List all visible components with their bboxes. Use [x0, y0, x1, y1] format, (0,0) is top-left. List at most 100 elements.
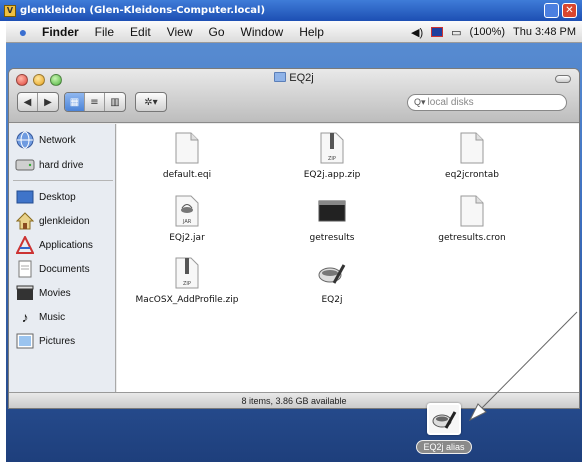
file-name: EQ2j.app.zip — [303, 170, 361, 180]
file-name: EQj2.jar — [169, 233, 205, 243]
file-name: EQ2j — [321, 295, 343, 305]
file-name: MacOSX_AddProfile.zip — [135, 295, 239, 305]
menu-extras: ◀) ▭ (100%) Thu 3:48 PM — [411, 21, 576, 43]
file-name: getresults — [309, 233, 355, 243]
network-icon — [15, 130, 35, 150]
remote-window-titlebar[interactable]: V glenkleidon (Glen-Kleidons-Computer.lo… — [0, 0, 582, 21]
vnc-app-icon: V — [4, 4, 16, 17]
file-item[interactable]: ZIP MacOSX_AddProfile.zip — [127, 257, 247, 305]
sidebar-item-network[interactable]: Network — [15, 129, 76, 151]
remote-desktop-window: V glenkleidon (Glen-Kleidons-Computer.lo… — [0, 0, 582, 462]
svg-text:ZIP: ZIP — [328, 156, 336, 162]
zip-icon: ZIP — [320, 132, 344, 164]
app-icon — [318, 264, 346, 284]
document-icon — [460, 195, 484, 227]
sidebar-item-desktop[interactable]: Desktop — [15, 186, 76, 208]
sidebar-divider — [13, 180, 113, 181]
desktop-icon — [15, 187, 35, 207]
music-icon: ♪ — [21, 309, 29, 325]
sidebar-label: glenkleidon — [39, 215, 90, 227]
sidebar-item-music[interactable]: ♪ Music — [15, 306, 66, 328]
svg-text:JAR: JAR — [182, 219, 192, 225]
sidebar-item-documents[interactable]: Documents — [15, 258, 90, 280]
sidebar-label: Pictures — [39, 335, 76, 347]
hard-drive-icon — [15, 155, 35, 175]
menu-file[interactable]: File — [87, 25, 122, 39]
file-item[interactable]: getresults.cron — [412, 195, 532, 243]
clock[interactable]: Thu 3:48 PM — [513, 26, 576, 38]
minimize-button[interactable] — [544, 3, 559, 18]
file-name: default.eqi — [162, 170, 212, 180]
close-button[interactable]: ✕ — [562, 3, 577, 18]
battery-text: (100%) — [469, 26, 506, 38]
finder-titlebar[interactable]: EQ2j ◀ ▶ ▦ ≡ ▥ ✲▾ Q▾ local disks — [9, 69, 579, 123]
search-field[interactable]: Q▾ local disks — [407, 94, 567, 111]
finder-window: EQ2j ◀ ▶ ▦ ≡ ▥ ✲▾ Q▾ local disks Network… — [8, 68, 580, 409]
alias-icon — [427, 403, 461, 435]
view-buttons: ▦ ≡ ▥ — [64, 92, 126, 112]
file-item[interactable]: JAR EQj2.jar — [127, 195, 247, 243]
sidebar-label: Network — [39, 134, 76, 146]
sidebar-item-applications[interactable]: Applications — [15, 234, 93, 256]
toolbar-toggle-button[interactable] — [555, 75, 571, 83]
remote-window-title: glenkleidon (Glen-Kleidons-Computer.loca… — [20, 5, 266, 16]
status-bar: 8 items, 3.86 GB available — [9, 392, 579, 408]
desktop-alias-item[interactable]: EQ2j alias — [409, 403, 479, 454]
home-icon — [15, 211, 35, 231]
sidebar-label: Documents — [39, 263, 90, 275]
folder-icon — [274, 72, 287, 82]
sidebar-label: Desktop — [39, 191, 76, 203]
file-item[interactable]: ZIP EQ2j.app.zip — [272, 132, 392, 180]
terminal-icon — [318, 200, 346, 222]
finder-title: EQ2j — [9, 72, 579, 84]
search-icon: Q▾ — [414, 97, 426, 107]
file-item[interactable]: getresults — [272, 195, 392, 243]
menu-finder[interactable]: Finder — [34, 25, 87, 39]
pictures-icon — [15, 331, 35, 351]
menu-go[interactable]: Go — [201, 25, 233, 39]
action-gear-button[interactable]: ✲▾ — [136, 93, 166, 111]
file-item[interactable]: EQ2j — [272, 257, 392, 305]
column-view-button[interactable]: ▥ — [105, 93, 125, 111]
menu-window[interactable]: Window — [233, 25, 292, 39]
list-view-button[interactable]: ≡ — [85, 93, 105, 111]
applications-icon — [15, 235, 35, 255]
document-icon — [460, 132, 484, 164]
sidebar-item-hard-drive[interactable]: hard drive — [15, 154, 83, 176]
action-menu: ✲▾ — [135, 92, 167, 112]
volume-icon[interactable]: ◀) — [411, 26, 423, 39]
mac-desktop: ● Finder File Edit View Go Window Help ◀… — [6, 21, 582, 462]
file-name: getresults.cron — [438, 233, 506, 243]
jar-icon: JAR — [175, 195, 199, 227]
alias-label: EQ2j alias — [416, 440, 472, 454]
icon-view-button[interactable]: ▦ — [65, 93, 85, 111]
sidebar-item-movies[interactable]: Movies — [15, 282, 71, 304]
file-icon-view: default.eqi ZIP EQ2j.app.zip eq2jcrontab… — [117, 124, 579, 392]
apple-menu-icon[interactable]: ● — [12, 24, 34, 40]
sidebar-label: Applications — [39, 239, 93, 251]
finder-title-text: EQ2j — [289, 72, 314, 84]
menu-help[interactable]: Help — [291, 25, 332, 39]
file-item[interactable]: eq2jcrontab — [412, 132, 532, 180]
file-name: eq2jcrontab — [445, 170, 499, 180]
forward-button[interactable]: ▶ — [38, 93, 58, 111]
search-placeholder: local disks — [427, 97, 474, 108]
battery-icon[interactable]: ▭ — [451, 26, 461, 39]
menu-edit[interactable]: Edit — [122, 25, 159, 39]
finder-sidebar: Network hard drive Desktop glenkleidon A… — [9, 124, 116, 392]
documents-icon — [15, 259, 35, 279]
sidebar-item-pictures[interactable]: Pictures — [15, 330, 75, 352]
svg-text:ZIP: ZIP — [183, 281, 191, 287]
nav-buttons: ◀ ▶ — [17, 92, 59, 112]
movies-icon — [15, 283, 35, 303]
zip-icon: ZIP — [175, 257, 199, 289]
flag-icon[interactable] — [431, 27, 444, 37]
menu-bar: ● Finder File Edit View Go Window Help ◀… — [6, 21, 582, 43]
back-button[interactable]: ◀ — [18, 93, 38, 111]
sidebar-label: Movies — [39, 287, 71, 299]
file-item[interactable]: default.eqi — [127, 132, 247, 180]
sidebar-label: hard drive — [39, 159, 84, 171]
sidebar-item-home[interactable]: glenkleidon — [15, 210, 90, 232]
menu-view[interactable]: View — [159, 25, 201, 39]
sidebar-label: Music — [39, 311, 66, 323]
